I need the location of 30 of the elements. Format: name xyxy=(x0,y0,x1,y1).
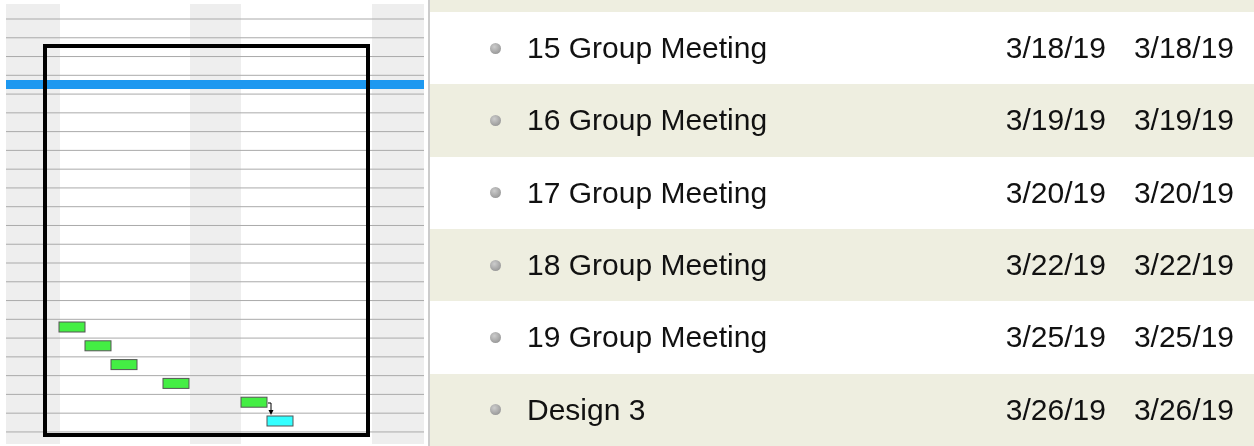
bullet-icon xyxy=(490,259,501,271)
bullet-icon xyxy=(490,42,501,54)
bullet-icon xyxy=(490,115,501,126)
dependency-arrow xyxy=(267,402,274,415)
task-bar[interactable] xyxy=(240,396,268,408)
bullet-icon xyxy=(490,187,501,199)
task-name: Design 3 xyxy=(527,392,647,427)
task-name: 17 Group Meeting xyxy=(527,175,769,210)
finish-date: 3/26/19 xyxy=(1133,392,1234,427)
finish-date: 3/19/19 xyxy=(1133,103,1234,138)
task-name: 18 Group Meeting xyxy=(527,248,769,283)
task-bar[interactable] xyxy=(110,359,138,371)
start-date: 3/22/19 xyxy=(1005,248,1106,283)
finish-date: 3/25/19 xyxy=(1133,320,1234,355)
finish-date: 3/20/19 xyxy=(1133,175,1234,210)
start-date: 3/25/19 xyxy=(1005,320,1106,355)
task-name: 19 Group Meeting xyxy=(527,320,769,355)
finish-date: 3/18/19 xyxy=(1133,31,1234,66)
task-name: 16 Group Meeting xyxy=(527,103,769,138)
bullet-icon xyxy=(490,331,501,343)
bullet-icon xyxy=(490,404,501,416)
task-name: 15 Group Meeting xyxy=(527,31,769,66)
start-date: 3/19/19 xyxy=(1005,103,1106,138)
finish-date: 3/22/19 xyxy=(1133,248,1234,283)
start-date: 3/20/19 xyxy=(1005,175,1106,210)
task-bar[interactable] xyxy=(266,415,294,427)
task-bar[interactable] xyxy=(162,377,190,389)
start-date: 3/26/19 xyxy=(1005,392,1106,427)
task-bar[interactable] xyxy=(84,340,112,352)
start-date: 3/18/19 xyxy=(1005,31,1106,66)
